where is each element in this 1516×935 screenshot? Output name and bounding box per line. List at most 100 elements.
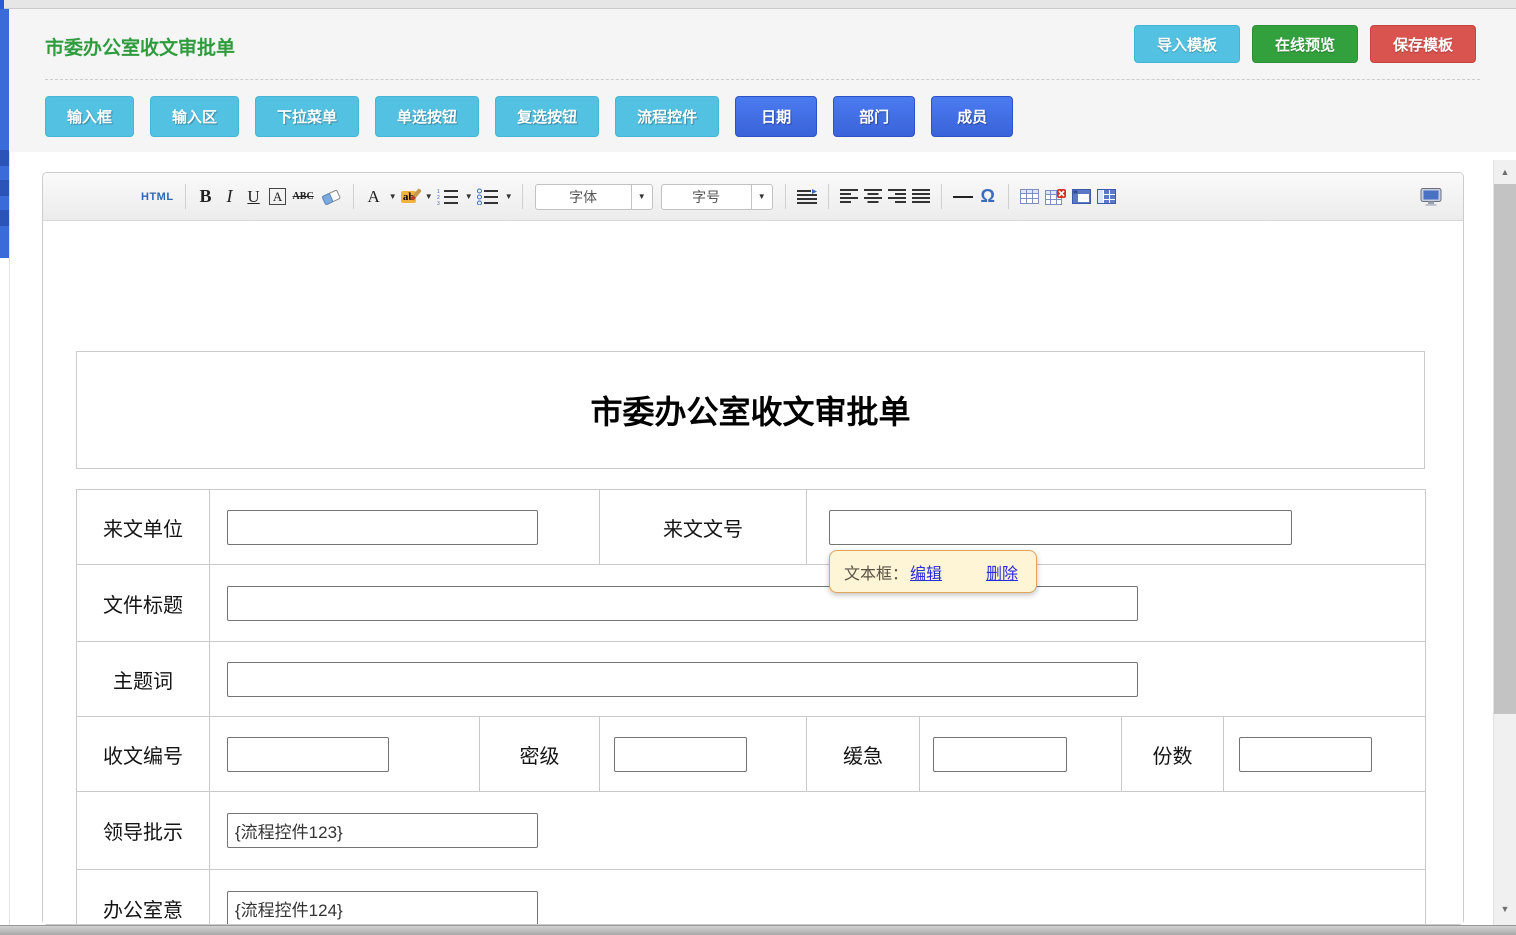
incoming-doc-number-input[interactable] — [829, 510, 1292, 545]
delete-table-icon — [1045, 189, 1066, 205]
indent-button[interactable] — [794, 182, 820, 212]
label-office-opinion: 办公室意 — [77, 870, 210, 925]
font-color-button[interactable]: A — [362, 182, 386, 212]
font-family-value: 字体 — [536, 185, 631, 209]
window-corner-accent — [0, 0, 4, 9]
office-opinion-input[interactable] — [227, 891, 538, 924]
insert-input-box-button[interactable]: 输入框 — [45, 96, 134, 137]
fullscreen-monitor-icon — [1420, 188, 1442, 206]
toolbar-separator — [522, 184, 523, 209]
label-receipt-number: 收文编号 — [77, 717, 210, 792]
toolbar-separator — [828, 184, 829, 209]
table-row: 主题词 — [77, 642, 1426, 717]
delete-table-button[interactable] — [1042, 182, 1069, 212]
left-edge-divider — [9, 152, 10, 925]
form-control-toolbox: 输入框 输入区 下拉菜单 单选按钮 复选按钮 流程控件 日期 部门 成员 — [45, 96, 1013, 137]
highlight-color-button[interactable]: ab — [398, 182, 422, 212]
insert-checkbox-button[interactable]: 复选按钮 — [495, 96, 599, 137]
insert-date-button[interactable]: 日期 — [735, 96, 817, 137]
html-source-icon: HTML — [141, 191, 174, 203]
font-family-select[interactable]: 字体 ▼ — [535, 184, 653, 210]
subject-words-input[interactable] — [227, 662, 1138, 697]
ordered-list-dropdown-arrow[interactable]: ▼ — [464, 192, 474, 201]
ordered-list-icon: 1 2 3 — [437, 188, 459, 205]
editor-toolbar: HTML B I U A ABC — [43, 173, 1463, 221]
insert-textarea-button[interactable]: 输入区 — [150, 96, 239, 137]
control-action-tooltip: 文本框： 编辑 删除 — [829, 550, 1037, 593]
highlight-dropdown-arrow[interactable]: ▼ — [424, 192, 434, 201]
label-incoming-doc-number: 来文文号 — [600, 490, 807, 565]
label-urgency: 缓急 — [807, 717, 920, 792]
special-char-button[interactable]: Ω — [976, 182, 1000, 212]
table-row: 收文编号 密级 缓急 份数 — [77, 717, 1426, 792]
bold-button[interactable]: B — [194, 182, 218, 212]
insert-table-button[interactable] — [1017, 182, 1042, 212]
align-right-button[interactable] — [885, 182, 909, 212]
insert-radio-button[interactable]: 单选按钮 — [375, 96, 479, 137]
font-size-select[interactable]: 字号 ▼ — [661, 184, 773, 210]
format-block-button[interactable]: A — [266, 182, 290, 212]
unordered-list-button[interactable] — [474, 182, 502, 212]
boxed-a-icon: A — [269, 188, 286, 205]
insert-flow-control-button[interactable]: 流程控件 — [615, 96, 719, 137]
editor-content[interactable]: 市委办公室收文审批单 来文单位 来文文号 — [43, 221, 1463, 924]
font-color-dropdown-arrow[interactable]: ▼ — [388, 192, 398, 201]
font-size-dropdown-arrow[interactable]: ▼ — [751, 185, 772, 209]
unordered-list-icon — [477, 188, 499, 205]
page-scrollbar[interactable]: ▲ ▼ — [1493, 160, 1516, 925]
align-left-button[interactable] — [837, 182, 861, 212]
insert-department-button[interactable]: 部门 — [833, 96, 915, 137]
online-preview-button[interactable]: 在线预览 — [1252, 25, 1358, 63]
import-template-button[interactable]: 导入模板 — [1134, 25, 1240, 63]
leader-instructions-input[interactable] — [227, 813, 538, 848]
label-leader-instructions: 领导批示 — [77, 792, 210, 870]
justify-icon — [912, 189, 930, 204]
font-family-dropdown-arrow[interactable]: ▼ — [631, 185, 652, 209]
ordered-list-button[interactable]: 1 2 3 — [434, 182, 462, 212]
scrollbar-thumb[interactable] — [1494, 184, 1516, 714]
incoming-unit-input[interactable] — [227, 510, 538, 545]
left-strip-segment — [0, 150, 9, 166]
svg-text:3: 3 — [437, 201, 440, 205]
fullscreen-button[interactable] — [1417, 182, 1445, 212]
underline-button[interactable]: U — [242, 182, 266, 212]
table-properties-button[interactable] — [1069, 182, 1094, 212]
align-center-button[interactable] — [861, 182, 885, 212]
table-properties-icon — [1072, 189, 1091, 204]
window-top-strip — [0, 0, 1516, 9]
edit-control-link[interactable]: 编辑 — [910, 560, 942, 584]
omega-icon: Ω — [980, 186, 994, 207]
strikethrough-button[interactable]: ABC — [290, 182, 317, 212]
toolbar-separator — [1008, 184, 1009, 209]
unordered-list-dropdown-arrow[interactable]: ▼ — [504, 192, 514, 201]
scrollbar-down-arrow-icon[interactable]: ▼ — [1494, 899, 1516, 919]
form-title: 市委办公室收文审批单 — [590, 387, 910, 433]
label-secrecy-level: 密级 — [480, 717, 600, 792]
urgency-input[interactable] — [933, 737, 1067, 772]
underline-icon: U — [247, 187, 259, 207]
cell-properties-button[interactable] — [1094, 182, 1119, 212]
delete-control-link[interactable]: 删除 — [986, 560, 1018, 584]
receipt-number-input[interactable] — [227, 737, 389, 772]
italic-button[interactable]: I — [218, 182, 242, 212]
justify-button[interactable] — [909, 182, 933, 212]
copies-input[interactable] — [1239, 737, 1372, 772]
remove-format-button[interactable] — [317, 182, 345, 212]
window-left-strip — [0, 9, 9, 258]
table-row: 文件标题 — [77, 565, 1426, 642]
scrollbar-up-arrow-icon[interactable]: ▲ — [1494, 162, 1516, 182]
left-strip-segment — [0, 180, 9, 196]
source-code-button[interactable]: HTML — [138, 182, 177, 212]
rich-text-editor: HTML B I U A ABC — [42, 172, 1464, 925]
save-template-button[interactable]: 保存模板 — [1370, 25, 1476, 63]
horizontal-rule-button[interactable] — [950, 182, 976, 212]
horizontal-rule-icon — [953, 195, 973, 199]
secrecy-level-input[interactable] — [614, 737, 747, 772]
insert-member-button[interactable]: 成员 — [931, 96, 1013, 137]
insert-dropdown-button[interactable]: 下拉菜单 — [255, 96, 359, 137]
approval-form-table: 来文单位 来文文号 文件标题 主题词 — [76, 489, 1426, 924]
label-incoming-unit: 来文单位 — [77, 490, 210, 565]
tooltip-label: 文本框： — [844, 560, 908, 584]
toolbar-separator — [941, 184, 942, 209]
table-row: 来文单位 来文文号 — [77, 490, 1426, 565]
